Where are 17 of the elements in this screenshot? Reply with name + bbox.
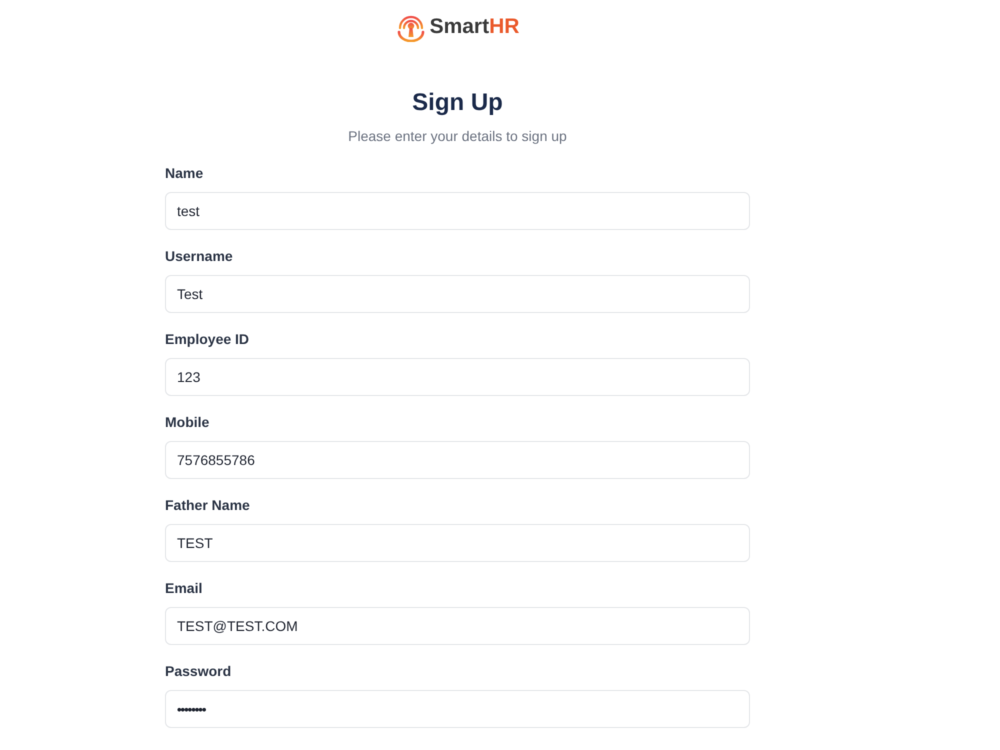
field-label: Mobile [165,413,210,432]
password-field[interactable]: •••••••• [165,690,750,728]
logo-wordmark: SmartHR [430,14,520,40]
text-field[interactable]: Test [165,275,750,313]
text-field[interactable]: 123 [165,358,750,396]
text-field[interactable]: TEST [165,524,750,562]
text-field[interactable]: 7576855786 [165,441,750,479]
field-label: Employee ID [165,330,250,349]
field-label: Father Name [165,496,250,515]
field-label: Password [165,662,232,681]
field-label: Name [165,164,204,183]
page-subtitle: Please enter your details to sign up [348,127,567,146]
text-field[interactable]: TEST@TEST.COM [165,607,750,645]
field-label: Username [165,247,233,266]
field-label: Email [165,579,202,598]
page-title: Sign Up [412,88,503,118]
text-field[interactable]: test [165,192,750,230]
